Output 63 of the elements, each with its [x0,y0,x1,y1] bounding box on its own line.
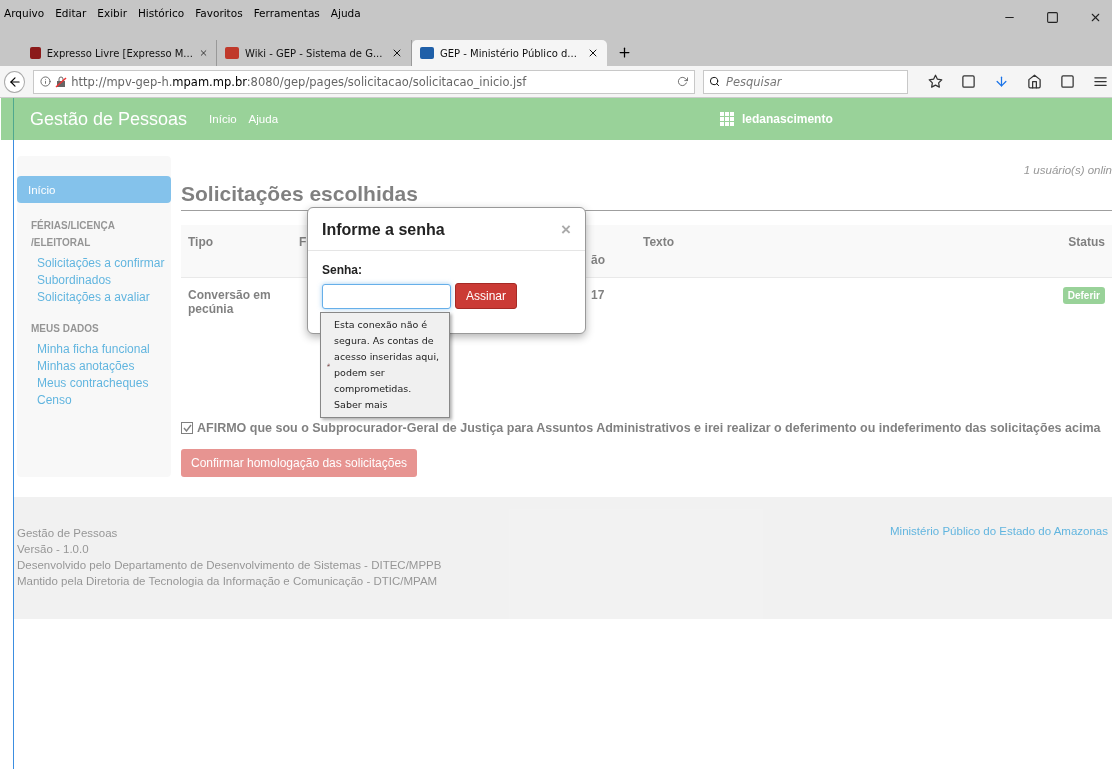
learn-more-link[interactable]: Saber mais [334,397,446,413]
column-header: ão [591,225,636,278]
nav-link[interactable]: Início [209,113,237,125]
maximize-icon[interactable] [1046,11,1059,24]
tab-favicon-icon [30,47,41,59]
sign-button[interactable]: Assinar [455,283,517,309]
status-badge[interactable]: Deferir [1062,287,1105,304]
check-icon [182,424,192,432]
footer-text: Gestão de Pessoas [17,526,119,541]
back-arrow-icon [7,74,22,89]
menu-item[interactable]: Ajuda [330,7,361,19]
close-icon[interactable] [1089,11,1102,24]
dialog-title: Informe a senha [322,221,445,239]
menu-item[interactable]: Favoritos [195,7,243,19]
close-tab-icon[interactable] [587,47,599,59]
search-field[interactable]: Pesquisar [703,69,908,94]
tab-favicon-icon [420,47,434,59]
menu-icon[interactable] [1093,74,1108,89]
close-tab-icon[interactable] [391,47,403,59]
tab-favicon-icon [225,47,239,59]
grid-icon [720,112,735,126]
table-cell-text: Conversão em pecúnia [187,287,272,318]
reload-icon[interactable] [677,76,688,87]
sidebar-link[interactable]: Solicitações a confirmar [17,255,171,272]
column-header: Texto [636,225,1011,278]
footer-text: Mantido pela Diretoria de Tecnologia da Informação e Comunicação - DTIC/MPAM [17,574,439,589]
menu-item[interactable]: Ferramentas [253,7,320,19]
menu-item[interactable]: Arquivo [4,7,45,19]
footer-text: Versão - 1.0.0 [17,542,90,557]
footer-link[interactable]: Ministério Público do Estado do Amazonas [890,525,1108,589]
home-icon[interactable] [1027,74,1042,89]
password-field[interactable] [322,283,451,309]
table-cell-text: 17 [591,287,606,304]
sidebar-heading: MEUS DADOS [30,322,100,336]
menu-item[interactable]: Exibir [97,7,127,19]
column-header: Status [1011,225,1112,278]
menu-item[interactable]: Histórico [137,7,185,19]
sidebar-link[interactable]: Minhas anotações [17,358,171,375]
sidebar-heading: FÉRIAS/LICENÇA /ELEITORAL [30,218,116,250]
menu-item[interactable]: Editar [55,7,87,19]
sidebar-item[interactable]: Início [17,176,171,203]
sidebar-link[interactable]: Meus contracheques [17,375,171,392]
online-users-text: 1 usuário(s) onlin [1022,163,1112,176]
new-tab-icon[interactable] [617,45,632,60]
field-label: Senha: [322,263,363,277]
sidebar-link[interactable]: Subordinados [17,272,171,289]
confirm-button[interactable]: Confirmar homologação das solicitações [181,449,418,477]
user-menu[interactable]: ledanascimento [720,112,833,126]
bookmark-star-icon[interactable] [928,74,943,89]
info-icon[interactable] [40,76,52,87]
browser-tab[interactable]: GEP - Ministério Público d... [412,40,607,66]
close-button[interactable]: × [561,220,571,240]
nav-link[interactable]: Ajuda [248,113,279,125]
footer-text: Desenvolvido pelo Departamento de Desenvolvimento de Sistemas - DITEC/MPPB [17,558,442,573]
download-icon[interactable] [994,74,1009,89]
sidebar-link[interactable]: Censo [17,392,171,409]
sidebar-link[interactable]: Minha ficha funcional [17,341,171,358]
tooltip-text: Esta conexão não é segura. As contas de acesso inseridas aqui, podem ser comprometidas. [334,318,441,396]
back-button[interactable] [4,70,26,93]
sidebar-link[interactable]: Solicitações a avaliar [17,289,171,306]
address-bar[interactable]: http://mpv-gep-h.mpam.mp.br:8080/gep/pages/solicitacao/solicitacao_inicio.jsf [33,69,695,94]
column-header: Tipo [181,225,296,278]
app-title[interactable]: Gestão de Pessoas [30,108,188,130]
